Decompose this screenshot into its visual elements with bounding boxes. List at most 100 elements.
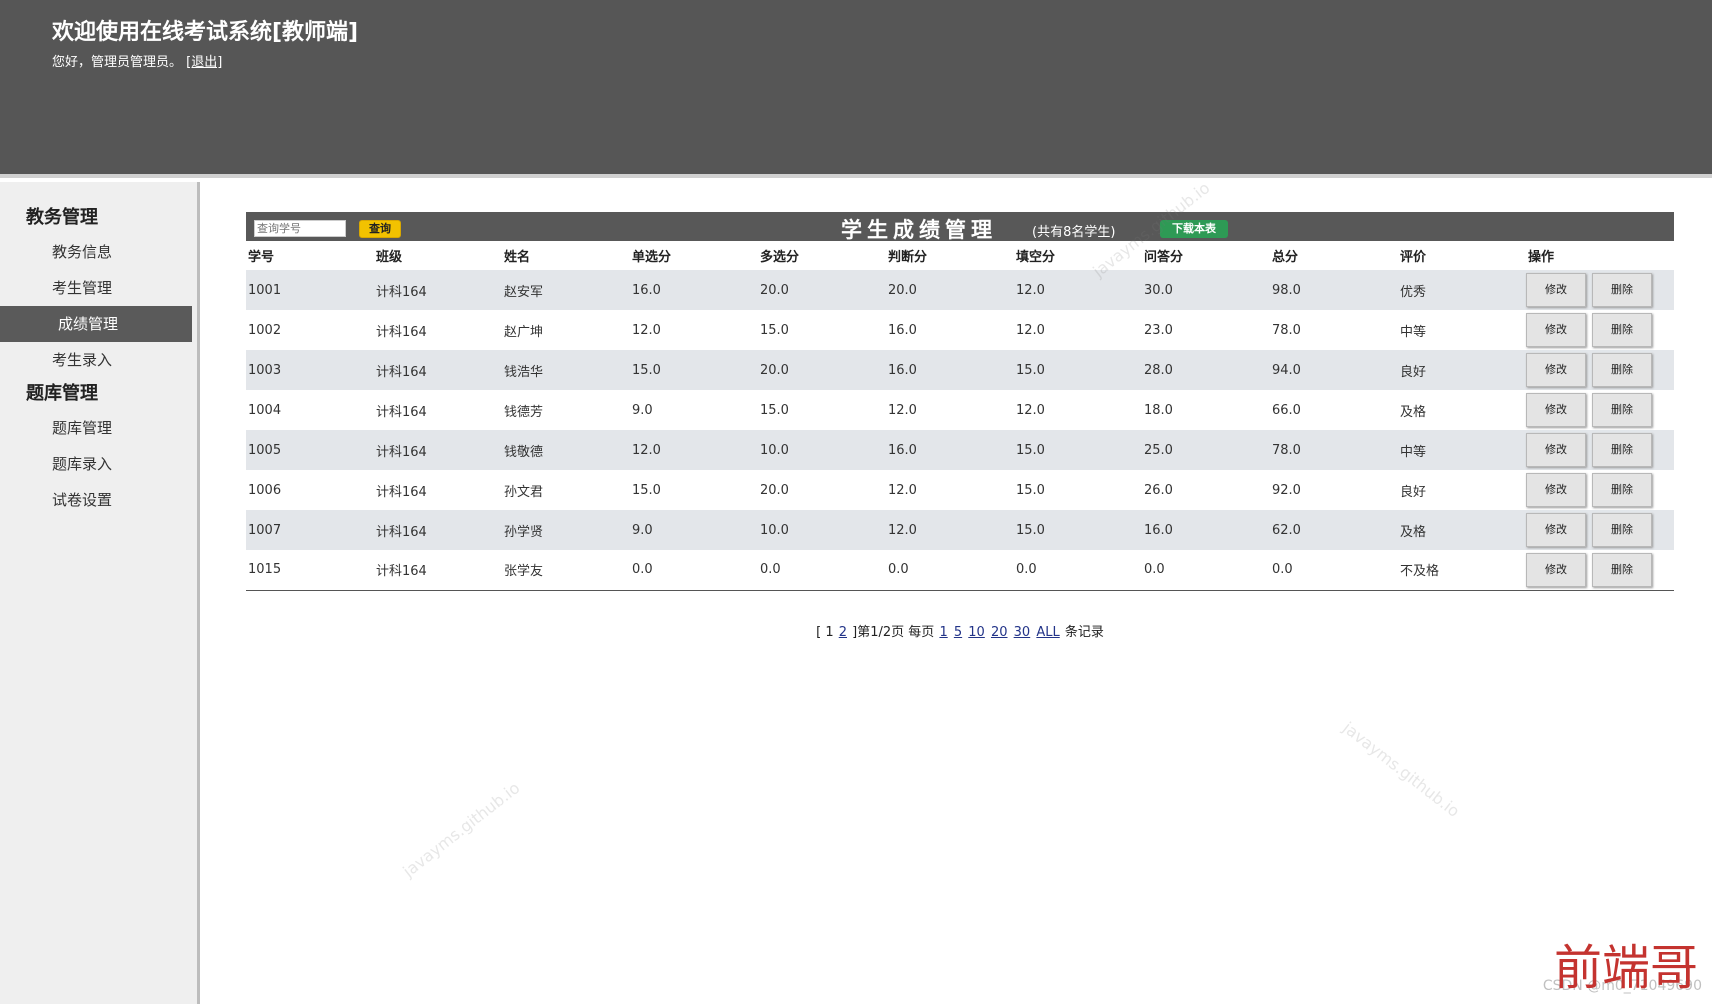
row-actions: 修改 删除	[1526, 550, 1674, 590]
delete-button[interactable]: 删除	[1592, 552, 1652, 587]
page-size-1[interactable]: 1	[939, 625, 947, 640]
table-header-row: 学号 班级 姓名 单选分 多选分 判断分 填空分 问答分 总分 评价 操作	[246, 241, 1674, 270]
row-actions: 修改 删除	[1526, 430, 1674, 470]
app-title: 欢迎使用在线考试系统[教师端]	[52, 20, 359, 45]
table-cell: 10.0	[760, 522, 789, 538]
row-actions: 修改 删除	[1526, 270, 1674, 310]
table-row: 1001 计科164 赵安军 16.0 20.0 20.0 12.0 30.0 98.0 优秀 修改…	[246, 270, 1674, 310]
table-row: 1005 计科164 钱敬德 12.0 10.0 16.0 15.0 25.0 78.0 中等 修改…	[246, 430, 1674, 470]
page-title: 学生成绩管理	[841, 218, 997, 242]
table-cell: 15.0	[1016, 362, 1045, 378]
table-cell: 张学友	[504, 564, 544, 580]
table-cell: 赵安军	[504, 284, 544, 300]
table-cell: 0.0	[888, 562, 909, 578]
table-cell: 20.0	[760, 282, 789, 298]
sidebar-item-score-management[interactable]: 成绩管理	[0, 306, 192, 342]
table-cell: 12.0	[888, 482, 917, 498]
page-size-30[interactable]: 30	[1014, 625, 1031, 640]
table-cell: 计科164	[376, 484, 427, 500]
table-cell: 0.0	[1016, 562, 1037, 578]
table-row: 1004 计科164 钱德芳 9.0 15.0 12.0 12.0 18.0 66.0 及格 修改删…	[246, 390, 1674, 430]
edit-button[interactable]: 修改	[1526, 313, 1586, 347]
pager-middle: ]第1/2页 每页	[852, 624, 935, 640]
pager-page-2[interactable]: 2	[839, 625, 847, 640]
delete-button[interactable]: 删除	[1592, 473, 1652, 507]
table-row: 1006 计科164 孙文君 15.0 20.0 12.0 15.0 26.0 92.0 良好 修改…	[246, 470, 1674, 510]
table-cell: 1005	[248, 442, 282, 458]
search-input[interactable]	[254, 220, 346, 237]
edit-button[interactable]: 修改	[1526, 393, 1586, 427]
row-actions: 修改 删除	[1526, 510, 1674, 550]
row-actions: 修改 删除	[1526, 350, 1674, 390]
table-cell: 0.0	[1272, 562, 1293, 578]
search-button[interactable]: 查询	[359, 220, 401, 238]
delete-button[interactable]: 删除	[1592, 433, 1652, 467]
table-cell: 78.0	[1272, 322, 1301, 338]
table-cell: 62.0	[1272, 522, 1301, 538]
delete-button[interactable]: 删除	[1592, 273, 1652, 307]
edit-button[interactable]: 修改	[1526, 353, 1586, 387]
edit-button[interactable]: 修改	[1526, 433, 1586, 467]
table-cell: 25.0	[1144, 442, 1173, 458]
table-body: 1001 计科164 赵安军 16.0 20.0 20.0 12.0 30.0 98.0 优秀 修改…	[246, 270, 1674, 590]
table-cell: 15.0	[632, 362, 661, 378]
table-cell: 66.0	[1272, 402, 1301, 418]
page-size-10[interactable]: 10	[968, 625, 985, 640]
delete-button[interactable]: 删除	[1592, 353, 1652, 387]
row-actions: 修改 删除	[1526, 390, 1674, 430]
sidebar: 教务管理 教务信息 考生管理 成绩管理 考生录入 题库管理 题库管理 题库录入 …	[0, 182, 200, 1004]
table-cell: 16.0	[888, 442, 917, 458]
table-row: 1002 计科164 赵广坤 12.0 15.0 16.0 12.0 23.0 78.0 中等 修改…	[246, 310, 1674, 350]
delete-button[interactable]: 删除	[1592, 393, 1652, 427]
logout-link[interactable]: [退出]	[186, 55, 222, 70]
table-cell: 及格	[1400, 524, 1427, 540]
toolbar: 查询 学生成绩管理 (共有8名学生) 下载本表	[246, 212, 1674, 242]
table-cell: 20.0	[760, 362, 789, 378]
table-cell: 12.0	[888, 522, 917, 538]
table-cell: 良好	[1400, 484, 1427, 500]
table-cell: 钱浩华	[504, 364, 544, 380]
greeting-text: 您好，管理员管理员。	[52, 55, 183, 70]
edit-button[interactable]: 修改	[1526, 273, 1586, 307]
column-header: 评价	[1400, 250, 1427, 265]
edit-button[interactable]: 修改	[1526, 552, 1586, 587]
main-content: 查询 学生成绩管理 (共有8名学生) 下载本表 学号 班级 姓名 单选分 多选分…	[246, 212, 1674, 640]
table-cell: 1006	[248, 482, 282, 498]
column-header: 总分	[1272, 250, 1299, 265]
table-cell: 1002	[248, 322, 282, 338]
delete-button[interactable]: 删除	[1592, 313, 1652, 347]
watermark: javayms.github.io	[399, 778, 524, 881]
table-cell: 中等	[1400, 444, 1427, 460]
table-cell: 1004	[248, 402, 282, 418]
row-actions: 修改 删除	[1526, 310, 1674, 350]
table-cell: 16.0	[632, 282, 661, 298]
table-cell: 0.0	[760, 562, 781, 578]
table-row: 1015 计科164 张学友 0.0 0.0 0.0 0.0 0.0 0.0 不及格 修改 删除	[246, 550, 1674, 590]
table-cell: 良好	[1400, 364, 1427, 380]
sidebar-item-paper-settings[interactable]: 试卷设置	[0, 482, 197, 518]
sidebar-item-question-bank-entry[interactable]: 题库录入	[0, 446, 197, 482]
sidebar-item-academic-info[interactable]: 教务信息	[0, 234, 197, 270]
row-actions: 修改 删除	[1526, 470, 1674, 510]
table-cell: 16.0	[888, 322, 917, 338]
column-header: 操作	[1528, 250, 1555, 265]
table-cell: 计科164	[376, 444, 427, 460]
table-cell: 15.0	[760, 402, 789, 418]
table-cell: 23.0	[1144, 322, 1173, 338]
delete-button[interactable]: 删除	[1592, 513, 1652, 547]
sidebar-item-student-entry[interactable]: 考生录入	[0, 342, 197, 378]
column-header: 学号	[248, 250, 275, 265]
page-size-5[interactable]: 5	[954, 625, 962, 640]
sidebar-item-student-management[interactable]: 考生管理	[0, 270, 197, 306]
page-size-all[interactable]: ALL	[1036, 625, 1059, 640]
table-cell: 16.0	[1144, 522, 1173, 538]
pagination: [ 1 2 ]第1/2页 每页 1 5 10 20 30 ALL 条记录	[246, 621, 1674, 640]
table-cell: 9.0	[632, 522, 653, 538]
sidebar-item-question-bank-management[interactable]: 题库管理	[0, 410, 197, 446]
table-cell: 中等	[1400, 324, 1427, 340]
table-cell: 28.0	[1144, 362, 1173, 378]
table-cell: 98.0	[1272, 282, 1301, 298]
edit-button[interactable]: 修改	[1526, 473, 1586, 507]
page-size-20[interactable]: 20	[991, 625, 1008, 640]
edit-button[interactable]: 修改	[1526, 513, 1586, 547]
